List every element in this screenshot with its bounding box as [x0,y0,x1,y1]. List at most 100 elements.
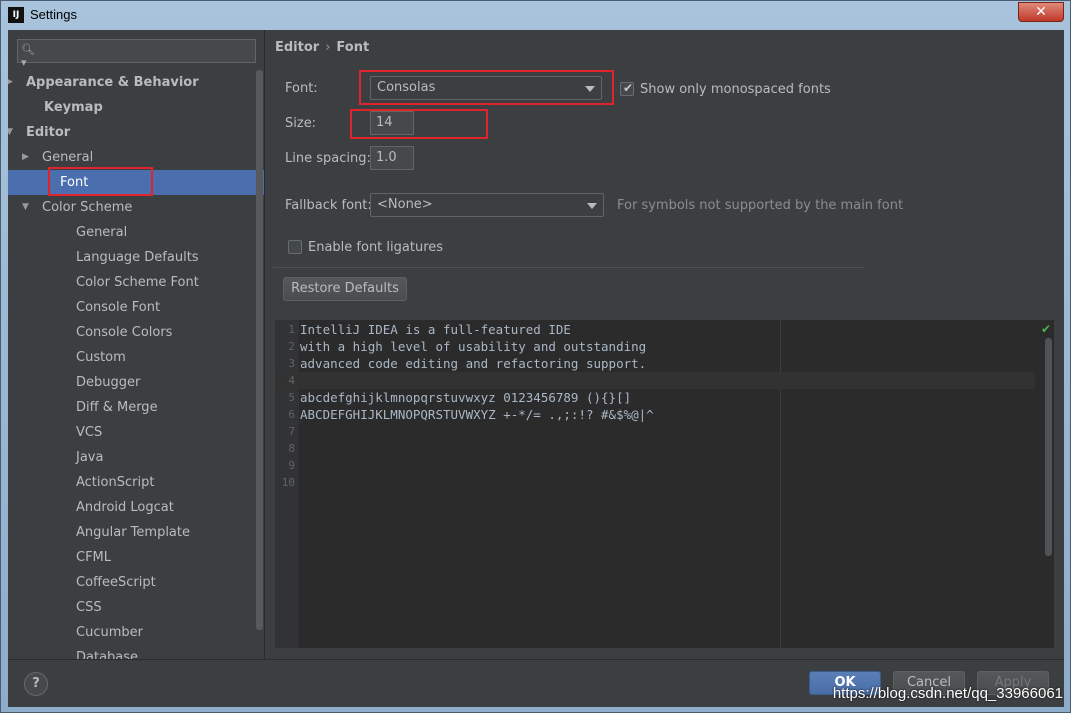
line-spacing-label: Line spacing: [285,151,371,166]
preview-line: 6 ABCDEFGHIJKLMNOPQRSTUVWXYZ +-*/= .,;:!?… [275,406,1035,423]
preview-line: 1 IntelliJ IDEA is a full-featured IDE [275,321,1035,338]
sidebar-item-label: Keymap [44,100,103,115]
ligatures-checkbox[interactable] [288,240,302,254]
sidebar-scroll-thumb[interactable] [256,70,263,630]
sidebar-item-angular-template[interactable]: Angular Template [8,520,264,545]
preview-line: 10 [275,474,1035,491]
intellij-app-icon: IJ [8,7,24,23]
sidebar-item-coffeescript[interactable]: CoffeeScript [8,570,264,595]
preview-scrollbar[interactable] [1045,338,1052,556]
line-number: 1 [288,323,295,336]
sidebar-item-label: Color Scheme [42,200,133,215]
line-number: 7 [288,425,295,438]
chevron-down-icon [587,203,597,209]
sidebar-item-label: Debugger [76,375,141,390]
breadcrumb-parent: Editor [275,40,320,55]
sidebar-item-java[interactable]: Java [8,445,264,470]
preview-line: 8 [275,440,1035,457]
fallback-font-value: <None> [377,197,433,212]
sidebar-item-cfml[interactable]: CFML [8,545,264,570]
checkmark-icon: ✔ [623,81,634,95]
sidebar-item-vcs[interactable]: VCS [8,420,264,445]
font-settings-panel: Editor › Font Font: Consolas ✔ Show only m… [265,30,1064,659]
watermark-text: https://blog.csdn.net/qq_33966061 [832,685,1063,702]
sidebar-item-label: CSS [76,600,102,615]
sidebar-item-label: Editor [26,125,71,140]
bottom-divider [8,659,1064,660]
sidebar-item-label: Custom [76,350,126,365]
collapse-arrow-icon[interactable]: ▼ [22,195,32,220]
sidebar-item-css[interactable]: CSS [8,595,264,620]
fallback-font-label: Fallback font: [285,198,372,213]
preview-line: 2 with a high level of usability and outs… [275,338,1035,355]
sidebar-item-label: Database [76,650,139,659]
line-number: 4 [288,374,295,387]
line-number: 2 [288,340,295,353]
sidebar-item-editor[interactable]: ▼ Editor [8,120,264,145]
sidebar-item-color-scheme-font[interactable]: Color Scheme Font [8,270,264,295]
sidebar-item-actionscript[interactable]: ActionScript [8,470,264,495]
sidebar-item-label: VCS [76,425,103,440]
expand-arrow-icon[interactable]: ▶ [22,145,32,170]
section-divider [273,267,865,268]
line-number: 6 [288,408,295,421]
sidebar-item-android-logcat[interactable]: Android Logcat [8,495,264,520]
fallback-font-hint: For symbols not supported by the main fo… [617,198,904,213]
preview-code-text: with a high level of usability and outst… [300,339,647,354]
settings-search-input[interactable]: 🔍︎▾ [17,39,256,69]
sidebar-item-label: Android Logcat [76,500,174,515]
sidebar-item-label: Console Font [76,300,161,315]
monospaced-label: Show only monospaced fonts [640,82,831,97]
expand-arrow-icon[interactable]: ▶ [8,70,16,95]
search-icon[interactable]: 🔍︎▾ [21,43,39,69]
sidebar-item-label: CFML [76,550,112,565]
sidebar-item-font[interactable]: Font [8,167,264,196]
help-button[interactable]: ? [24,672,48,696]
sidebar-item-language-defaults[interactable]: Language Defaults [8,245,264,270]
line-spacing-input[interactable]: 1.0 [370,146,414,170]
preview-line: 9 [275,457,1035,474]
sidebar-item-label: Java [76,450,104,465]
font-label: Font: [285,81,318,96]
size-label: Size: [285,116,317,131]
sidebar-item-label: Diff & Merge [76,400,158,415]
sidebar-item-database[interactable]: Database [8,645,264,659]
preview-line: 7 [275,423,1035,440]
sidebar-item-diff-merge[interactable]: Diff & Merge [8,395,264,420]
preview-code-text: advanced code editing and refactoring su… [300,356,647,371]
preview-code-text: abcdefghijklmnopqrstuvwxyz 0123456789 ()… [300,390,632,405]
monospaced-checkbox[interactable]: ✔ [620,81,634,96]
sidebar-item-cucumber[interactable]: Cucumber [8,620,264,645]
line-number: 8 [288,442,295,455]
collapse-arrow-icon[interactable]: ▼ [8,120,16,145]
line-number: 5 [288,391,295,404]
sidebar-scrollbar[interactable] [256,70,263,659]
highlight-box-sidebar-font [48,167,153,196]
restore-defaults-button[interactable]: Restore Defaults [283,277,407,301]
settings-dialog: 🔍︎▾ ▶ Appearance & Behavior Keymap ▼ Editor ▶… [8,30,1064,707]
preview-line: 3 advanced code editing and refactoring s… [275,355,1035,372]
sidebar-item-console-colors[interactable]: Console Colors [8,320,264,345]
fallback-font-select[interactable]: <None> [370,193,604,217]
sidebar-item-color-scheme[interactable]: ▼ Color Scheme [8,195,264,220]
font-preview-editor[interactable]: 1 IntelliJ IDEA is a full-featured IDE 2 wi… [275,320,1054,648]
breadcrumb-current: Font [336,40,370,55]
close-button[interactable]: ✕ [1018,2,1064,22]
sidebar-item-label: Angular Template [76,525,190,540]
sidebar-item-console-font[interactable]: Console Font [8,295,264,320]
sidebar-item-label: Console Colors [76,325,173,340]
window-title: Settings [30,7,77,22]
inspection-ok-icon: ✔ [1040,322,1051,336]
sidebar-item-appearance-behavior[interactable]: ▶ Appearance & Behavior [8,70,264,95]
breadcrumb-separator: › [325,40,331,55]
preview-code-text: ABCDEFGHIJKLMNOPQRSTUVWXYZ +-*/= .,;:!? … [300,407,654,422]
line-number: 9 [288,459,295,472]
sidebar-item-debugger[interactable]: Debugger [8,370,264,395]
sidebar-item-custom[interactable]: Custom [8,345,264,370]
sidebar-item-general[interactable]: General [8,220,264,245]
preview-code-text: IntelliJ IDEA is a full-featured IDE [300,322,571,337]
sidebar-item-label: General [76,225,128,240]
sidebar-item-label: ActionScript [76,475,155,490]
breadcrumb: Editor › Font [275,40,369,55]
sidebar-item-keymap[interactable]: Keymap [8,95,264,120]
